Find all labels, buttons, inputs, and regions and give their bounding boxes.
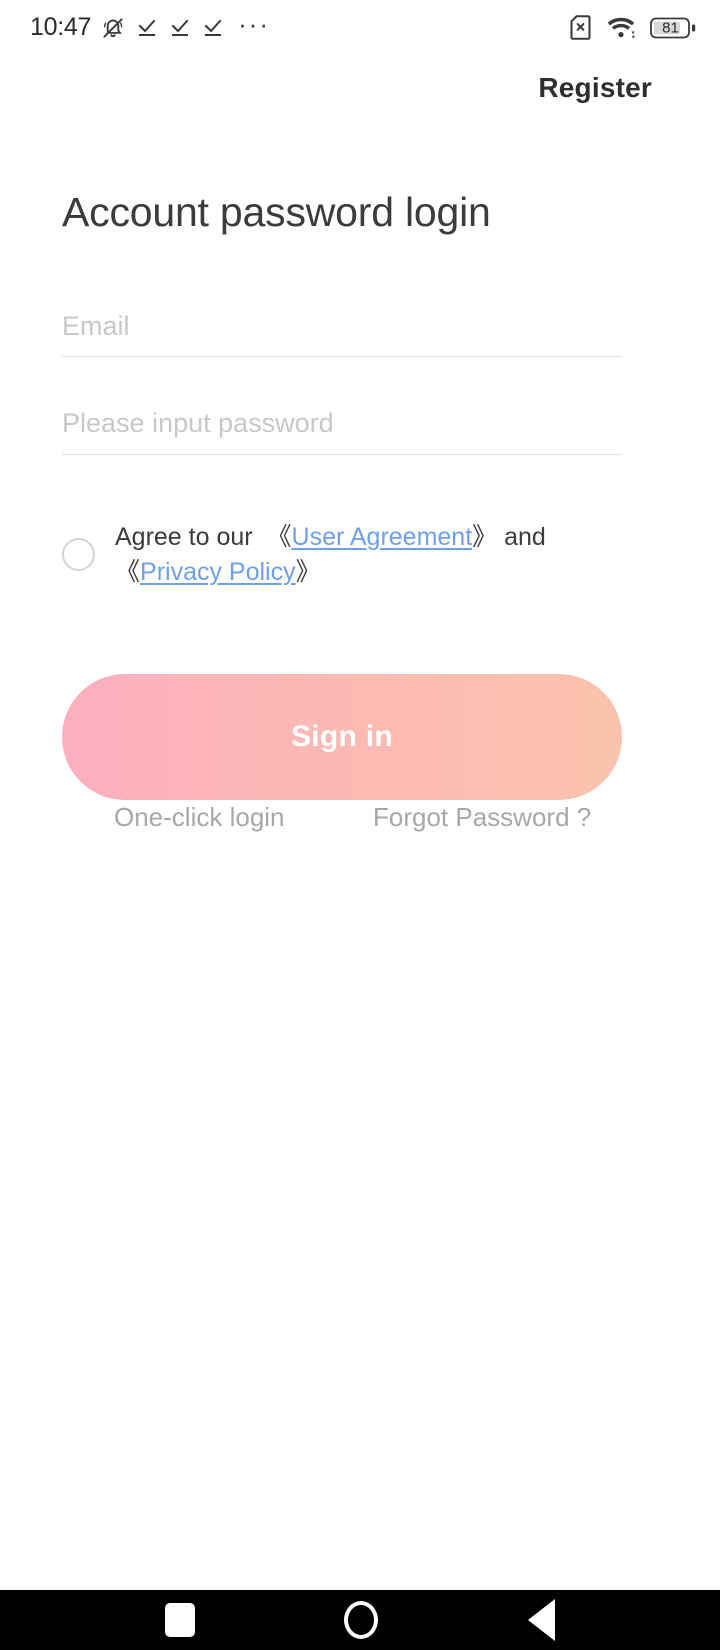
email-field-wrapper[interactable] <box>62 296 622 357</box>
download-complete-icon <box>201 16 225 40</box>
agreement-prefix: Agree to our <box>115 523 253 551</box>
one-click-login-link[interactable]: One-click login <box>114 802 285 833</box>
bracket-open-icon: 《 <box>115 558 141 586</box>
status-bar-right: 81 <box>567 14 696 41</box>
recents-square-icon[interactable] <box>164 1603 195 1637</box>
register-button[interactable]: Register <box>538 72 652 104</box>
status-time: 10:47 <box>30 13 92 41</box>
page-title: Account password login <box>62 189 491 235</box>
agreement-conjunction: and <box>504 523 546 551</box>
status-bar: 10:47 ··· 81 <box>0 0 720 55</box>
agreement-row[interactable]: Agree to our 《User Agreement》 and 《Priva… <box>62 520 632 590</box>
back-triangle-icon[interactable] <box>528 1599 556 1641</box>
privacy-policy-link[interactable]: Privacy Policy <box>140 558 296 586</box>
more-dots-icon: ··· <box>238 8 271 39</box>
bracket-open-icon: 《 <box>266 523 292 551</box>
status-bar-left: 10:47 ··· <box>30 8 271 42</box>
agreement-checkbox[interactable] <box>62 538 95 571</box>
download-complete-icon <box>135 16 159 40</box>
bracket-close-icon: 》 <box>295 558 321 586</box>
home-circle-icon[interactable] <box>344 1601 379 1639</box>
agreement-text: Agree to our 《User Agreement》 and 《Priva… <box>115 520 625 590</box>
password-input[interactable] <box>62 393 622 454</box>
sim-card-error-icon <box>567 14 594 41</box>
bell-muted-icon <box>100 15 126 41</box>
bracket-close-icon: 》 <box>472 523 498 551</box>
user-agreement-link[interactable]: User Agreement <box>292 523 473 551</box>
email-input[interactable] <box>62 296 622 356</box>
wifi-icon <box>607 15 637 41</box>
battery-icon: 81 <box>650 16 696 40</box>
sign-in-button[interactable]: Sign in <box>62 674 622 800</box>
android-navigation-bar <box>0 1590 720 1650</box>
download-complete-icon <box>168 16 192 40</box>
forgot-password-link[interactable]: Forgot Password ? <box>373 802 591 833</box>
password-field-wrapper[interactable] <box>62 393 622 455</box>
bottom-links-row: One-click login Forgot Password ? <box>62 802 622 836</box>
battery-level-text: 81 <box>662 19 679 36</box>
